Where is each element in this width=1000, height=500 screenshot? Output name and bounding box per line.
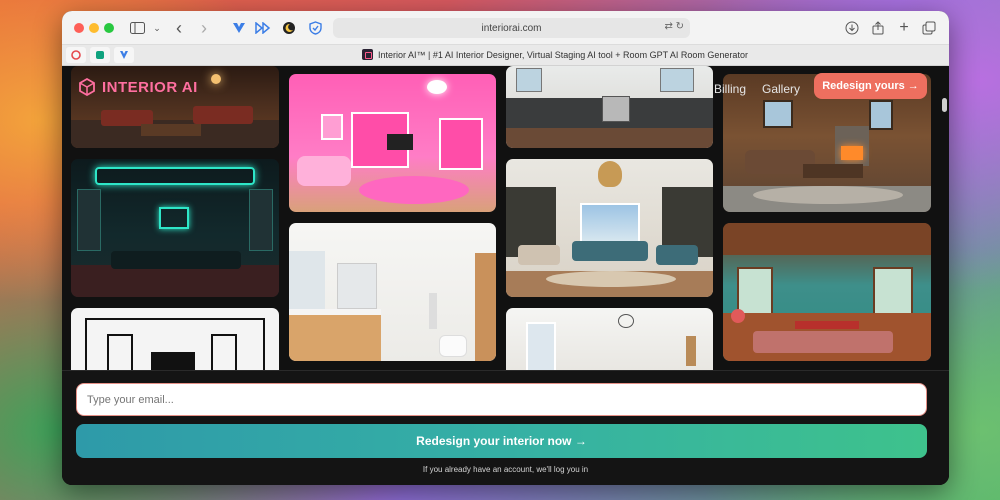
redesign-yours-button[interactable]: Redesign yours → [814,73,927,99]
zoom-window-button[interactable] [104,23,114,33]
gallery-image[interactable] [506,159,713,297]
signup-panel: Redesign your interior now → If you alre… [62,370,949,485]
email-input[interactable] [76,383,927,416]
gallery-image[interactable] [723,223,931,361]
brand-name: INTERIOR AI [102,78,198,96]
nav-link-billing[interactable]: Billing [714,82,746,96]
hexagon-logo-icon [79,78,95,96]
browser-toolbar: ⌄ ‹ › interiorai.com ⇄ ↻ + [62,11,949,45]
nav-link-gallery[interactable]: Gallery [762,82,800,96]
brand-logo[interactable]: INTERIOR AI [78,78,198,96]
translate-reload-icon[interactable]: ⇄ ↻ [664,21,684,32]
gallery-image[interactable] [289,74,496,212]
pinned-tab-icon[interactable] [114,47,134,63]
page-content: INTERIOR AI Billing Gallery Redesign you… [62,66,949,485]
pinned-tab-icon[interactable] [90,47,110,63]
shield-icon[interactable] [306,19,324,37]
favicon-icon [362,49,373,60]
gallery-image[interactable] [71,308,279,378]
pinned-tab-icon[interactable] [66,47,86,63]
forward-icon[interactable]: › [195,18,213,38]
close-window-button[interactable] [74,23,84,33]
scrollbar-thumb[interactable] [942,98,947,112]
gallery-image[interactable] [506,308,713,378]
minimize-window-button[interactable] [89,23,99,33]
gallery-image[interactable] [506,66,713,148]
new-tab-icon[interactable]: + [895,19,913,37]
chevron-down-icon[interactable]: ⌄ [148,19,166,37]
active-tab[interactable]: Interior AI™ | #1 AI Interior Designer, … [362,49,748,60]
tab-title-text: Interior AI™ | #1 AI Interior Designer, … [378,49,748,60]
address-bar[interactable]: interiorai.com ⇄ ↻ [333,18,690,38]
gallery-image[interactable] [71,159,279,297]
night-mode-icon[interactable] [280,19,298,37]
download-icon[interactable] [843,19,861,37]
tabs-overview-icon[interactable] [920,19,938,37]
redesign-interior-button[interactable]: Redesign your interior now → [76,424,927,458]
back-icon[interactable]: ‹ [170,18,188,38]
tab-bar: Interior AI™ | #1 AI Interior Designer, … [62,45,949,66]
url-text: interiorai.com [481,22,542,34]
browser-window: ⌄ ‹ › interiorai.com ⇄ ↻ + Interior AI™ … [62,11,949,485]
gallery-image[interactable] [289,223,496,361]
extension-icon[interactable] [230,19,248,37]
share-icon[interactable] [869,19,887,37]
sidebar-icon[interactable] [128,19,146,37]
fast-forward-icon[interactable] [254,19,272,37]
login-note: If you already have an account, we'll lo… [422,465,589,474]
